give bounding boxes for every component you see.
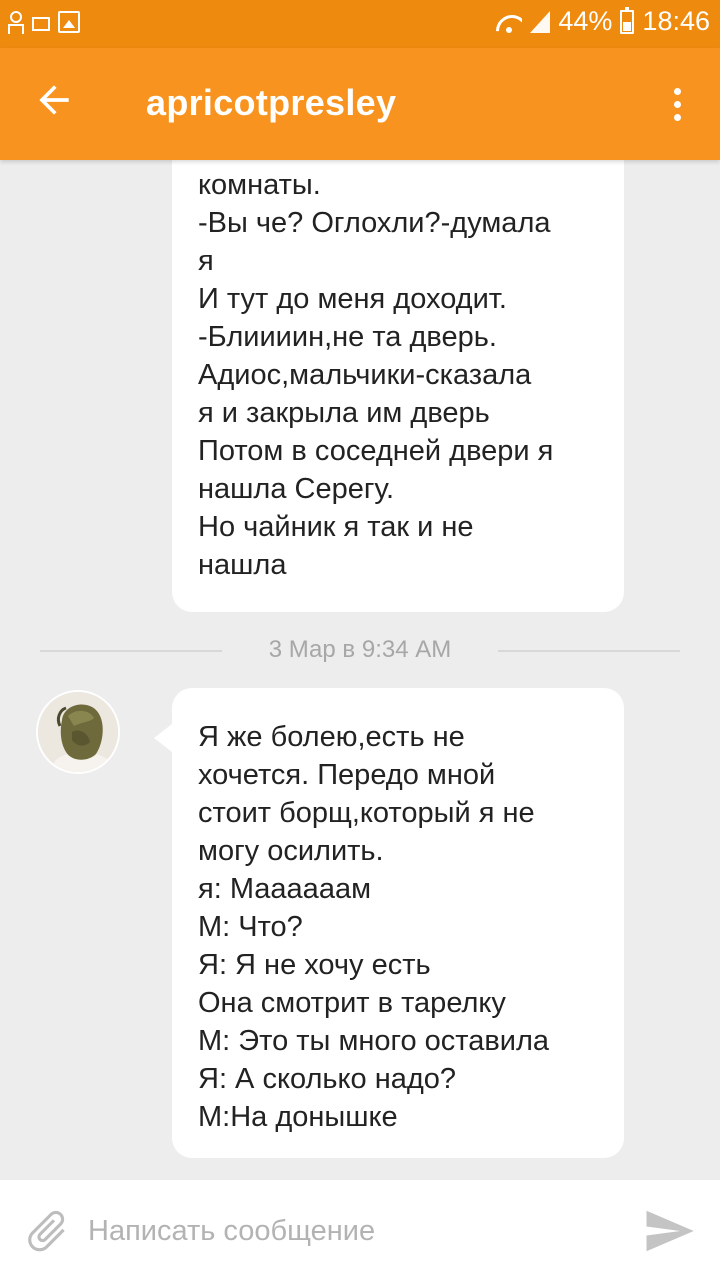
message-line: я <box>198 245 214 277</box>
message-line: могу осилить. <box>198 835 384 867</box>
message-line: Адиос,мальчики-сказала <box>198 359 532 391</box>
message-line: -Вы че? Оглохли?-думала <box>198 207 551 239</box>
odnoklassniki-icon <box>6 10 24 34</box>
attach-button[interactable] <box>22 1206 72 1256</box>
more-options-button[interactable] <box>662 78 692 130</box>
message-line: Я: А сколько надо? <box>198 1063 457 1095</box>
message-line: М:На донышке <box>198 1101 398 1133</box>
battery-icon <box>620 6 635 34</box>
paperclip-icon <box>28 1210 65 1252</box>
more-vert-dot <box>673 113 681 121</box>
mail-icon <box>32 17 50 31</box>
arrow-left-icon <box>39 85 69 115</box>
message-line: Но чайник я так и не <box>198 511 474 543</box>
message-text: комнаты. -Вы че? Оглохли?-думала я И тут… <box>198 160 608 584</box>
image-icon <box>58 11 80 33</box>
message-bubble[interactable]: комнаты. -Вы че? Оглохли?-думала я И тут… <box>172 160 624 612</box>
notification-icons <box>6 10 80 34</box>
avatar[interactable] <box>36 690 120 774</box>
message-line: стоит борщ,который я не <box>198 797 535 829</box>
send-icon <box>646 1210 694 1252</box>
message-input[interactable] <box>88 1206 618 1256</box>
message-line: нашла <box>198 549 287 581</box>
message-line: я: Маааааам <box>198 873 372 905</box>
chat-title[interactable]: apricotpresley <box>146 82 396 124</box>
message-bubble[interactable]: Я же болею,есть не хочется. Передо мной … <box>154 688 624 1158</box>
message-line: -Блиииин,не та дверь. <box>198 321 497 353</box>
message-composer <box>0 1180 720 1280</box>
message-list[interactable]: комнаты. -Вы че? Оглохли?-думала я И тут… <box>0 160 720 1180</box>
clock: 18:46 <box>642 6 710 36</box>
more-vert-icon <box>673 87 681 95</box>
message-line: Она смотрит в тарелку <box>198 987 506 1019</box>
more-vert-dot <box>673 100 681 108</box>
signal-icon <box>530 10 551 33</box>
message-line: Я: Я не хочу есть <box>198 949 431 981</box>
message-line: Потом в соседней двери я <box>198 435 554 467</box>
app-bar: apricotpresley <box>0 48 720 160</box>
status-bar: 44% 18:46 <box>0 0 720 48</box>
message-line: нашла Серегу. <box>198 473 395 505</box>
message-line: И тут до меня доходит. <box>198 283 507 315</box>
message-line: комнаты. <box>198 169 321 201</box>
date-separator: 3 Мар в 9:34 AM <box>40 636 680 666</box>
back-button[interactable] <box>32 78 84 130</box>
avatar-image <box>38 692 118 772</box>
battery-percent: 44% <box>558 6 613 36</box>
send-button[interactable] <box>640 1204 698 1258</box>
message-line: я и закрыла им дверь <box>198 397 490 429</box>
wifi-icon <box>496 11 522 33</box>
message-line: хочется. Передо мной <box>198 759 496 791</box>
divider <box>498 650 680 652</box>
message-line: М: Что? <box>198 911 303 943</box>
message-line: М: Это ты много оставила <box>198 1025 550 1057</box>
message-line: Я же болею,есть не <box>198 721 465 753</box>
system-icons: 44% 18:46 <box>496 6 710 37</box>
